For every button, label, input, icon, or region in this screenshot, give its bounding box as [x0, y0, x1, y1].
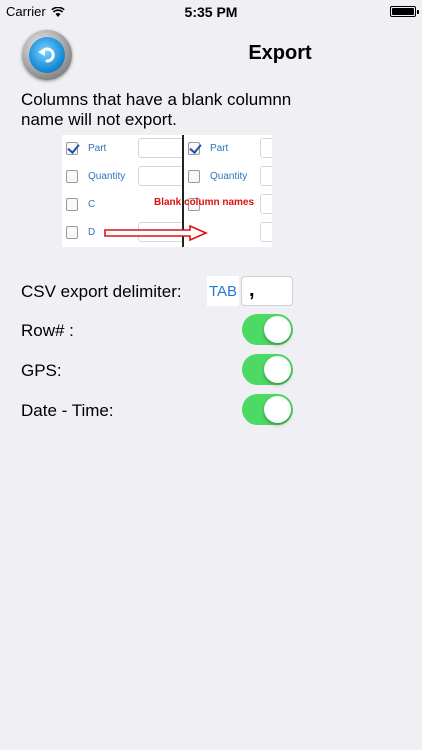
example-label: C — [88, 198, 96, 210]
checkbox-icon — [66, 169, 78, 183]
example-row-part-right: Part — [188, 138, 228, 158]
checkbox-icon — [66, 141, 78, 155]
checkbox-icon — [188, 169, 200, 183]
example-row-d: D — [66, 222, 95, 242]
blank-column-example-image: Part Quantity C D Part Quantity Blank co… — [62, 135, 272, 247]
checkbox-icon — [66, 197, 78, 211]
example-label: Quantity — [88, 170, 126, 182]
gps-label: GPS: — [21, 361, 62, 380]
blank-column-annotation: Blank column names — [154, 197, 255, 208]
row-number-toggle[interactable] — [242, 314, 293, 345]
gps-toggle[interactable] — [242, 354, 293, 385]
example-name-field — [138, 166, 184, 186]
status-bar: Carrier 5:35 PM — [0, 0, 422, 22]
battery-icon — [390, 6, 419, 17]
row-number-label: Row# : — [21, 321, 74, 340]
date-time-toggle[interactable] — [242, 394, 293, 425]
date-time-label: Date - Time: — [21, 401, 114, 420]
example-row-quantity-right: Quantity — [188, 166, 247, 186]
example-name-field — [138, 138, 184, 158]
example-label: Quantity — [210, 170, 248, 182]
checkbox-icon — [66, 225, 78, 239]
example-label: Part — [210, 142, 229, 154]
example-name-field — [260, 222, 272, 242]
delimiter-label: CSV export delimiter: — [21, 282, 182, 301]
checkbox-icon — [188, 141, 200, 155]
example-name-field — [260, 166, 272, 186]
page-title: Export — [248, 42, 312, 64]
example-row-quantity: Quantity — [66, 166, 125, 186]
status-time: 5:35 PM — [184, 4, 238, 20]
example-row-c: C — [66, 194, 95, 214]
blank-column-note: Columns that have a blank columnn name w… — [21, 90, 292, 129]
example-name-field — [260, 138, 272, 158]
delimiter-input[interactable]: , — [241, 276, 293, 306]
example-label: Part — [88, 142, 107, 154]
example-row-part: Part — [66, 138, 106, 158]
example-label: D — [88, 226, 96, 238]
back-button[interactable] — [22, 30, 72, 80]
back-arrow-icon — [29, 37, 65, 73]
example-name-field — [260, 194, 272, 214]
tab-delimiter-button[interactable]: TAB — [207, 276, 239, 306]
red-arrow-icon — [104, 225, 208, 241]
